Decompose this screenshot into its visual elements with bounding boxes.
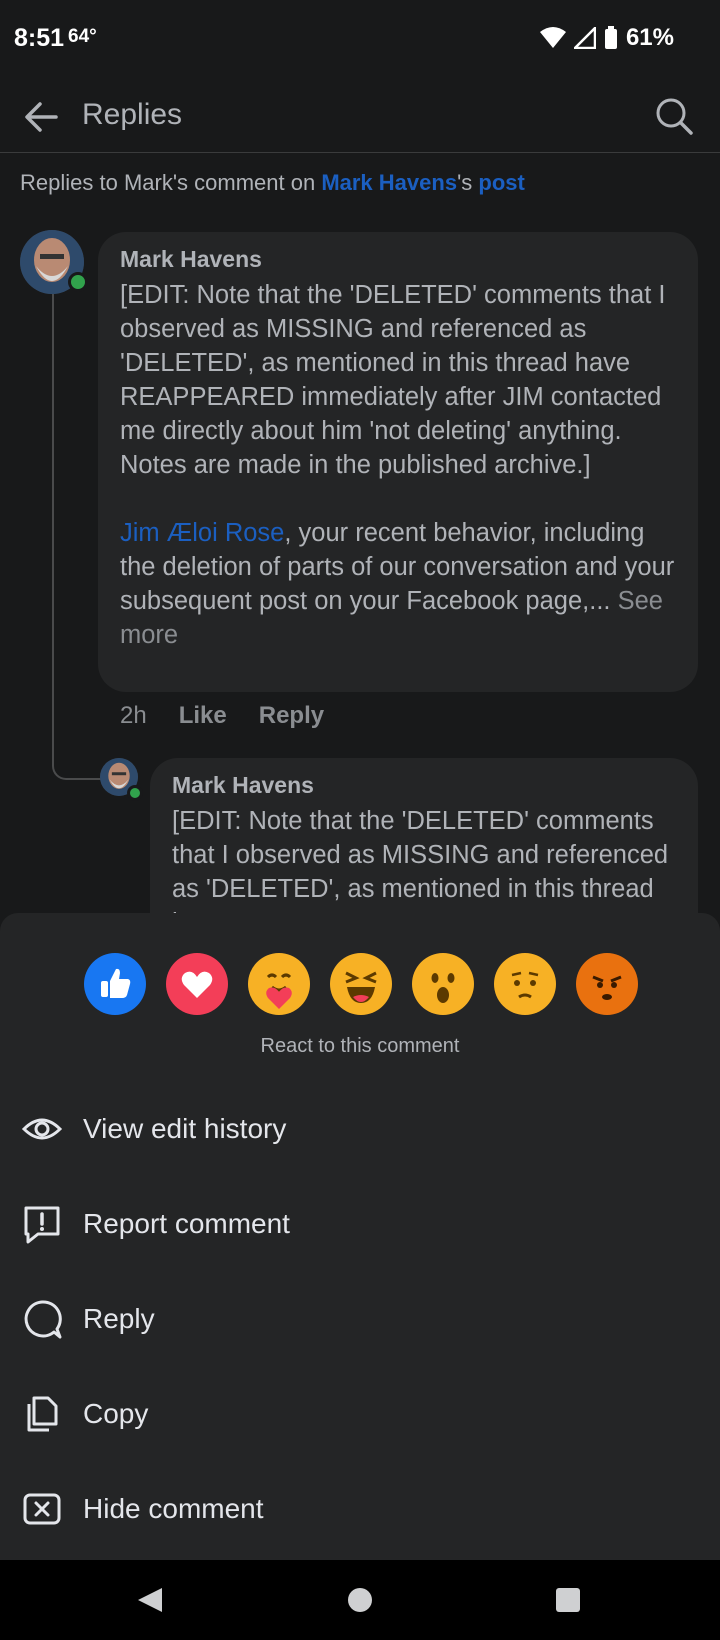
- reaction-bar: [84, 953, 638, 1015]
- angry-face-icon: [592, 975, 622, 1000]
- menu-item-label: View edit history: [83, 1112, 287, 1144]
- eye-icon: [22, 1118, 62, 1139]
- app-header: Replies: [0, 80, 720, 153]
- status-indicators: 61%: [539, 24, 674, 52]
- like-reaction[interactable]: [84, 953, 146, 1015]
- system-navigation-bar: [0, 1560, 720, 1640]
- comment-bubble[interactable]: Mark Havens [EDIT: Note that the 'DELETE…: [98, 232, 698, 692]
- page-title: Replies: [82, 98, 183, 131]
- comment-timestamp: 2h: [120, 702, 147, 729]
- menu-item-label: Hide comment: [83, 1492, 264, 1524]
- heart-icon: [181, 971, 213, 998]
- nav-back-icon[interactable]: [130, 1580, 170, 1620]
- care-face-icon: [266, 973, 292, 1009]
- signal-icon: [573, 27, 596, 49]
- mention-link[interactable]: Jim Æloi Rose: [120, 519, 284, 547]
- menu-item-view-edit-history[interactable]: View edit history: [0, 1081, 720, 1176]
- menu-item-label: Report comment: [83, 1207, 290, 1239]
- status-bar: 8:51 64° 61%: [0, 0, 720, 80]
- nav-recents-icon[interactable]: [548, 1580, 588, 1620]
- post-link[interactable]: post: [478, 170, 524, 195]
- care-reaction[interactable]: [248, 953, 310, 1015]
- menu-item-copy[interactable]: Copy: [0, 1366, 720, 1461]
- online-status-dot: [68, 272, 88, 292]
- online-status-dot: [127, 785, 143, 801]
- reply-button[interactable]: Reply: [259, 702, 324, 730]
- sad-reaction[interactable]: [494, 953, 556, 1015]
- menu-item-hide-comment[interactable]: Hide comment: [0, 1461, 720, 1556]
- menu-item-reply[interactable]: Reply: [0, 1271, 720, 1366]
- react-label: React to this comment: [260, 1035, 460, 1057]
- search-icon[interactable]: [654, 96, 694, 136]
- laughing-face-icon: [345, 971, 377, 1003]
- comment-author[interactable]: Mark Havens: [120, 246, 262, 273]
- author-link[interactable]: Mark Havens: [321, 170, 457, 195]
- back-arrow-icon[interactable]: [22, 98, 60, 136]
- sad-face-icon: [511, 971, 539, 999]
- reply-icon: [24, 1299, 62, 1338]
- wow-reaction[interactable]: [412, 953, 474, 1015]
- like-button[interactable]: Like: [179, 702, 227, 730]
- hide-icon: [23, 1493, 61, 1524]
- menu-item-report-comment[interactable]: Report comment: [0, 1176, 720, 1271]
- love-reaction[interactable]: [166, 953, 228, 1015]
- haha-reaction[interactable]: [330, 953, 392, 1015]
- nav-home-icon[interactable]: [340, 1580, 380, 1620]
- menu-item-label: Reply: [83, 1302, 155, 1334]
- surprised-face-icon: [431, 973, 455, 1003]
- thumbs-up-icon: [101, 968, 131, 998]
- battery-icon: [604, 26, 617, 49]
- comment-text: [EDIT: Note that the 'DELETED' comments …: [120, 278, 680, 652]
- status-temperature: 64°: [68, 26, 97, 47]
- options-menu: View edit history Report comment Reply C…: [0, 1081, 720, 1556]
- comment-actions: 2h Like Reply: [120, 702, 324, 730]
- replies-context: Replies to Mark's comment on Mark Havens…: [20, 170, 525, 195]
- comment-options-sheet: React to this comment View edit history …: [0, 913, 720, 1560]
- status-time: 8:51: [14, 24, 65, 52]
- copy-icon: [27, 1396, 58, 1431]
- battery-level: 61%: [625, 24, 674, 51]
- comment-author[interactable]: Mark Havens: [172, 772, 314, 799]
- wifi-icon: [539, 27, 566, 48]
- report-icon: [24, 1206, 60, 1243]
- edit-note: [EDIT: Note that the 'DELETED' comments …: [120, 281, 666, 479]
- menu-item-label: Copy: [83, 1397, 149, 1429]
- angry-reaction[interactable]: [576, 953, 638, 1015]
